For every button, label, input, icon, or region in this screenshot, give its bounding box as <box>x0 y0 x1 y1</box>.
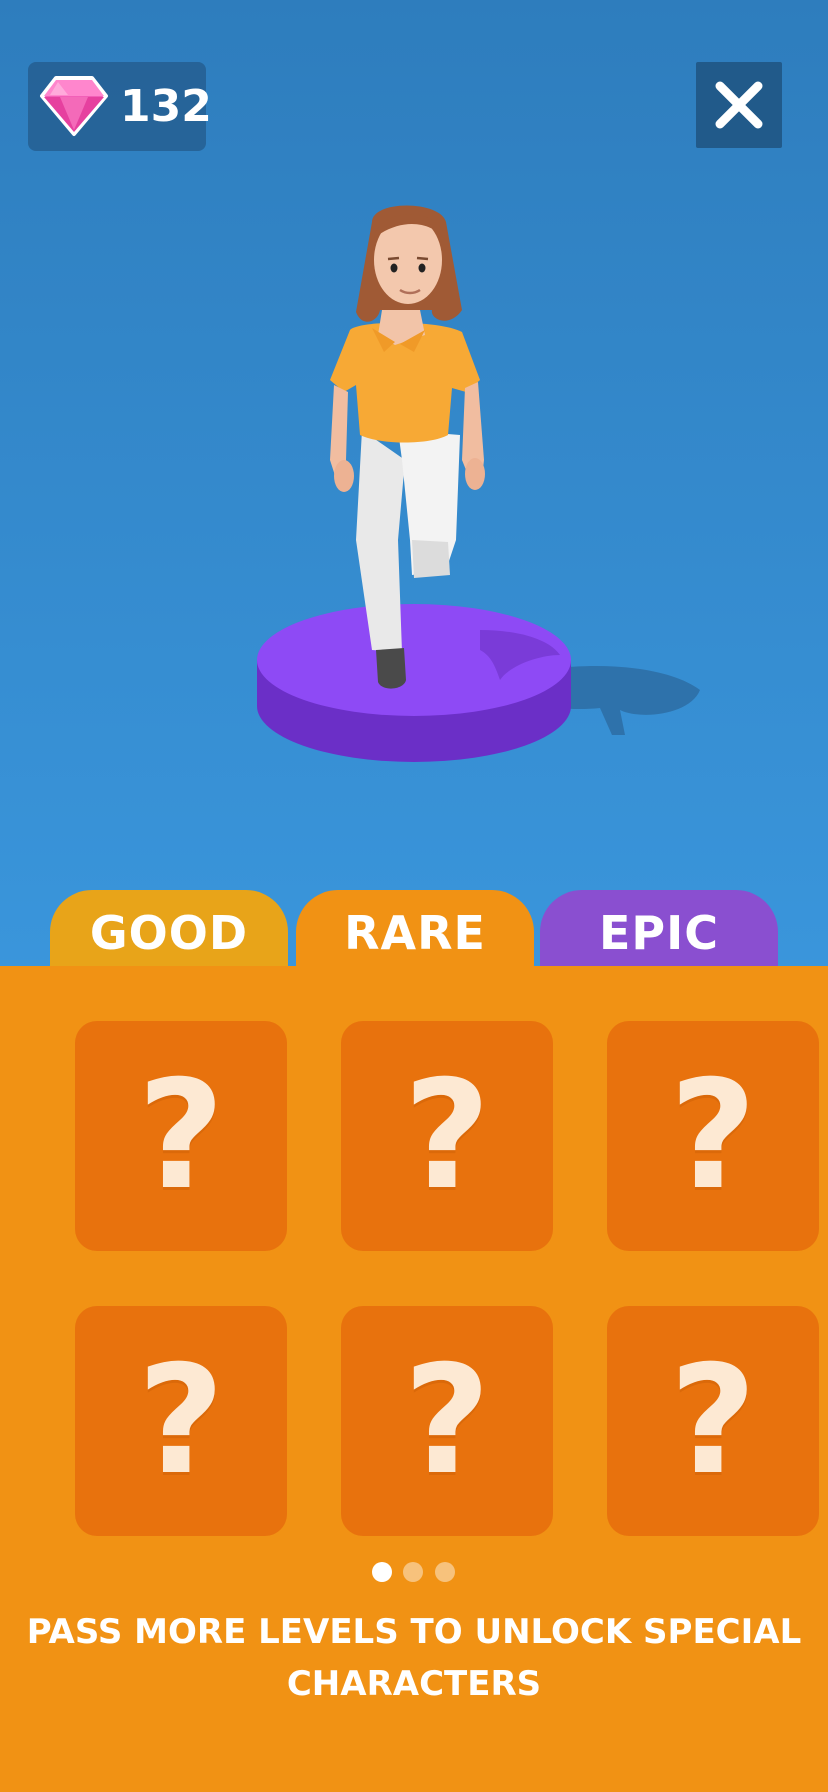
gem-icon <box>40 76 108 136</box>
character-preview <box>0 160 828 800</box>
question-mark-icon: ? <box>403 1049 491 1223</box>
question-mark-icon: ? <box>137 1049 225 1223</box>
locked-slot[interactable]: ? <box>75 1021 287 1251</box>
question-mark-icon: ? <box>403 1334 491 1508</box>
page-dot-active[interactable] <box>372 1562 392 1582</box>
page-dot[interactable] <box>403 1562 423 1582</box>
unlock-hint: PASS MORE LEVELS TO UNLOCK SPECIAL CHARA… <box>26 1612 802 1704</box>
close-icon <box>715 81 763 129</box>
page-indicator <box>0 1562 828 1584</box>
locked-slot[interactable]: ? <box>341 1306 553 1536</box>
tab-rare[interactable]: RARE <box>296 890 534 970</box>
character-panel: ? ? ? ? ? ? PASS MORE LEVELS TO UNLOCK S… <box>0 966 828 1792</box>
tab-epic[interactable]: EPIC <box>540 890 778 966</box>
shoe <box>376 648 406 689</box>
question-mark-icon: ? <box>669 1049 757 1223</box>
question-mark-icon: ? <box>669 1334 757 1508</box>
close-button[interactable] <box>696 62 782 148</box>
tab-good[interactable]: GOOD <box>50 890 288 966</box>
gem-counter: 132 <box>28 62 212 151</box>
character-scene <box>257 205 700 762</box>
top-bar: 132 <box>0 0 828 160</box>
rarity-tabs: GOOD RARE EPIC <box>0 890 828 970</box>
locked-slot[interactable]: ? <box>607 1306 819 1536</box>
locked-slot[interactable]: ? <box>607 1021 819 1251</box>
page-dot[interactable] <box>435 1562 455 1582</box>
question-mark-icon: ? <box>137 1334 225 1508</box>
locked-slot[interactable]: ? <box>75 1306 287 1536</box>
locked-slot[interactable]: ? <box>341 1021 553 1251</box>
gem-count: 132 <box>120 81 212 132</box>
